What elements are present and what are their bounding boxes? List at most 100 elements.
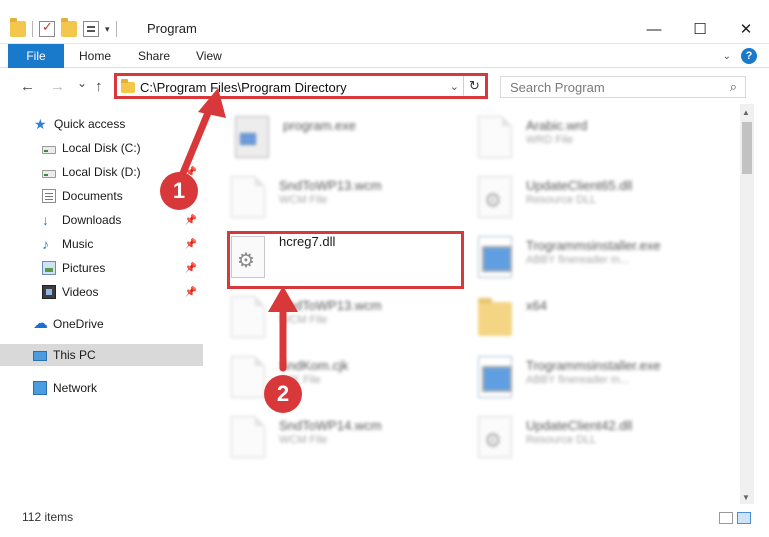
music-icon: ♪ — [42, 236, 49, 252]
sidebar-item-label: Local Disk (C:) — [62, 141, 141, 155]
properties-icon[interactable] — [83, 21, 99, 37]
scroll-down-icon[interactable]: ▼ — [742, 493, 750, 502]
file-type: WRD File — [526, 134, 574, 146]
sidebar-item-quick-access[interactable]: ★ Quick access — [0, 113, 203, 135]
sidebar-item-label: OneDrive — [53, 317, 104, 331]
sidebar-item-label: Network — [53, 381, 98, 395]
tab-home[interactable]: Home — [79, 44, 111, 68]
file-item[interactable]: SndToWP13.wcm WCM File — [231, 292, 471, 348]
file-item[interactable]: Trogrammsinstaller.exe ABBY finereader m… — [478, 352, 718, 408]
folder-icon — [478, 298, 512, 336]
documents-icon — [42, 189, 56, 203]
search-input[interactable] — [501, 77, 711, 97]
file-item[interactable]: program.exe — [235, 112, 475, 168]
gear-icon: ⚙ — [484, 190, 502, 212]
disk-icon — [42, 169, 56, 178]
file-name: Arabic.wrd — [526, 118, 588, 133]
file-name: x64 — [526, 298, 547, 313]
file-highlight-box — [227, 231, 464, 289]
help-icon[interactable]: ? — [741, 48, 757, 64]
title-bar: ▾ Program — ☐ ✕ — [0, 0, 769, 44]
scroll-up-icon[interactable]: ▲ — [742, 108, 750, 117]
sidebar-item-network[interactable]: Network — [0, 377, 203, 399]
pin-icon: 📌 — [184, 286, 197, 298]
sidebar-item-this-pc[interactable]: This PC — [0, 344, 203, 366]
file-name: SndKom.cjk — [279, 358, 349, 373]
sidebar-item-local-disk-c[interactable]: Local Disk (C:) — [0, 137, 203, 159]
pin-icon: 📌 — [184, 262, 197, 274]
this-pc-icon — [33, 351, 47, 361]
minimize-button[interactable]: — — [631, 14, 677, 44]
file-name: UpdateClient42.dll — [526, 418, 633, 433]
sidebar-item-label: Local Disk (D:) — [62, 165, 141, 179]
up-button[interactable]: ↑ — [95, 78, 103, 95]
file-name: SndToWP13.wcm — [279, 298, 382, 313]
dll-file-icon: ⚙ — [478, 176, 512, 218]
customize-toolbar-dropdown-icon[interactable]: ▾ — [105, 24, 110, 35]
file-type: Resource DLL — [526, 194, 597, 206]
back-button[interactable]: ← — [20, 78, 35, 95]
view-buttons — [719, 512, 751, 524]
properties-check-icon[interactable] — [39, 19, 55, 37]
details-view-icon[interactable] — [719, 512, 733, 524]
file-item[interactable]: SndToWP13.wcm WCM File — [231, 172, 471, 228]
file-item[interactable]: x64 — [478, 292, 718, 348]
ribbon-tabs: File Home Share View ⌄ ? — [0, 44, 769, 68]
file-item[interactable]: Trogrammsinstaller.exe ABBY finereader m… — [478, 232, 718, 288]
quick-access-toolbar: ▾ — [10, 18, 117, 40]
pin-icon: 📌 — [184, 214, 197, 226]
search-icon[interactable]: ⌕ — [730, 79, 737, 95]
address-path[interactable]: C:\Program Files\Program Directory — [140, 80, 347, 95]
exe-file-icon — [235, 116, 269, 158]
status-bar: 112 items — [0, 504, 769, 537]
sidebar-item-downloads[interactable]: ↓ Downloads 📌 — [0, 209, 203, 231]
step-marker-2: 2 — [264, 375, 302, 413]
tab-view[interactable]: View — [196, 44, 222, 68]
file-list: program.exe Arabic.wrd WRD File SndToWP1… — [203, 104, 740, 504]
sidebar-item-label: Downloads — [62, 213, 122, 227]
file-item[interactable]: SndToWP14.wcm WCM File — [231, 412, 471, 468]
recent-locations-button[interactable]: ⌄ — [77, 76, 87, 90]
sidebar-item-label: Pictures — [62, 261, 106, 275]
address-dropdown-icon[interactable]: ⌄ — [450, 80, 459, 93]
sidebar-item-label: Documents — [62, 189, 123, 203]
forward-button[interactable]: → — [50, 78, 65, 95]
vertical-scrollbar[interactable]: ▲ ▼ — [740, 104, 754, 504]
dll-file-icon: ⚙ — [478, 416, 512, 458]
tab-file[interactable]: File — [8, 44, 64, 68]
close-button[interactable]: ✕ — [723, 14, 769, 44]
scroll-thumb[interactable] — [742, 122, 752, 174]
folder-icon[interactable] — [10, 18, 26, 37]
toolbar-separator — [115, 21, 117, 37]
sidebar-item-videos[interactable]: Videos 📌 — [0, 281, 203, 303]
file-item[interactable]: Arabic.wrd WRD File — [478, 112, 718, 168]
new-folder-icon[interactable] — [61, 18, 77, 37]
window-controls: — ☐ ✕ — [631, 14, 769, 44]
gear-icon: ⚙ — [484, 430, 502, 452]
file-type: ABBY finereader m... — [526, 254, 630, 266]
file-name: UpdateClient65.dll — [526, 178, 633, 193]
file-name: Trogrammsinstaller.exe — [526, 238, 661, 253]
sidebar-item-pictures[interactable]: Pictures 📌 — [0, 257, 203, 279]
downloads-icon: ↓ — [42, 212, 49, 228]
sidebar-item-music[interactable]: ♪ Music 📌 — [0, 233, 203, 255]
expand-ribbon-icon[interactable]: ⌄ — [723, 51, 731, 62]
onedrive-icon: ☁ — [33, 315, 48, 332]
document-file-icon — [231, 176, 265, 218]
search-box[interactable]: ⌕ — [500, 76, 746, 98]
maximize-button[interactable]: ☐ — [677, 14, 723, 44]
network-icon — [33, 381, 47, 395]
sidebar-item-onedrive[interactable]: ☁ OneDrive — [0, 313, 203, 335]
file-type: WCM File — [279, 194, 328, 206]
refresh-button[interactable]: ↻ — [463, 76, 485, 96]
file-type: WCM File — [279, 434, 328, 446]
file-item[interactable]: ⚙ UpdateClient42.dll Resource DLL — [478, 412, 718, 468]
file-type: Resource DLL — [526, 434, 597, 446]
folder-icon — [121, 79, 135, 93]
window-title: Program — [147, 21, 197, 36]
sidebar-item-label: This PC — [53, 348, 96, 362]
large-icons-view-icon[interactable] — [737, 512, 751, 524]
file-item[interactable]: ⚙ UpdateClient65.dll Resource DLL — [478, 172, 718, 228]
tab-share[interactable]: Share — [138, 44, 170, 68]
address-bar[interactable]: C:\Program Files\Program Directory ⌄ ↻ — [114, 73, 488, 99]
